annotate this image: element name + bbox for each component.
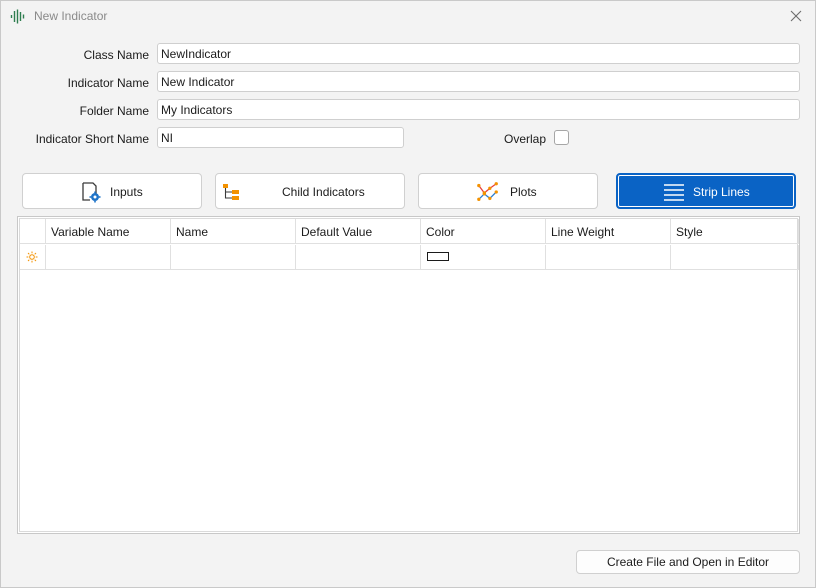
grid-body: Variable Name Name Default Value Color L…	[19, 218, 799, 532]
tab-strip-lines[interactable]: Strip Lines	[616, 173, 796, 209]
column-header-variable-name[interactable]: Variable Name	[46, 219, 171, 244]
tab-child-indicators-label: Child Indicators	[282, 185, 365, 199]
close-button[interactable]	[786, 6, 806, 26]
color-swatch[interactable]	[427, 252, 449, 261]
window-title: New Indicator	[34, 9, 108, 23]
cell-line-weight[interactable]	[546, 245, 671, 270]
new-indicator-dialog: New Indicator Class Name Indicator Name …	[0, 0, 816, 588]
overlap-checkbox[interactable]	[554, 130, 569, 145]
tab-inputs[interactable]: Inputs	[22, 173, 202, 209]
indicator-name-label: Indicator Name	[67, 76, 149, 90]
cell-default-value[interactable]	[296, 245, 421, 270]
column-header-color[interactable]: Color	[421, 219, 546, 244]
cell-color[interactable]	[421, 245, 546, 270]
tree-icon	[223, 184, 239, 200]
new-row-sun-icon	[26, 251, 38, 263]
strip-lines-grid: Variable Name Name Default Value Color L…	[17, 216, 800, 534]
column-header-style[interactable]: Style	[671, 219, 799, 244]
short-name-input[interactable]	[157, 127, 404, 148]
row-header-corner	[20, 219, 46, 244]
waveform-app-icon	[10, 9, 25, 24]
close-icon	[790, 10, 802, 22]
input-gear-icon	[82, 182, 101, 203]
cell-name[interactable]	[171, 245, 296, 270]
tab-child-indicators[interactable]: Child Indicators	[215, 173, 405, 209]
title-bar: New Indicator	[1, 1, 815, 32]
folder-name-input[interactable]	[157, 99, 800, 120]
tab-inputs-label: Inputs	[110, 185, 143, 199]
tab-plots-label: Plots	[510, 185, 537, 199]
class-name-label: Class Name	[83, 48, 149, 62]
plot-chart-icon	[477, 182, 498, 201]
indicator-name-input[interactable]	[157, 71, 800, 92]
tab-strip-lines-label: Strip Lines	[693, 185, 750, 199]
column-header-default-value[interactable]: Default Value	[296, 219, 421, 244]
column-header-name[interactable]: Name	[171, 219, 296, 244]
cell-style[interactable]	[671, 245, 799, 270]
class-name-input[interactable]	[157, 43, 800, 64]
create-file-open-editor-button[interactable]: Create File and Open in Editor	[576, 550, 800, 574]
tab-plots[interactable]: Plots	[418, 173, 598, 209]
folder-name-label: Folder Name	[79, 104, 149, 118]
strip-lines-icon	[664, 184, 684, 201]
overlap-label: Overlap	[504, 132, 547, 146]
new-row-header	[20, 245, 46, 270]
cell-variable-name[interactable]	[46, 245, 171, 270]
column-header-line-weight[interactable]: Line Weight	[546, 219, 671, 244]
short-name-label: Indicator Short Name	[35, 132, 149, 146]
